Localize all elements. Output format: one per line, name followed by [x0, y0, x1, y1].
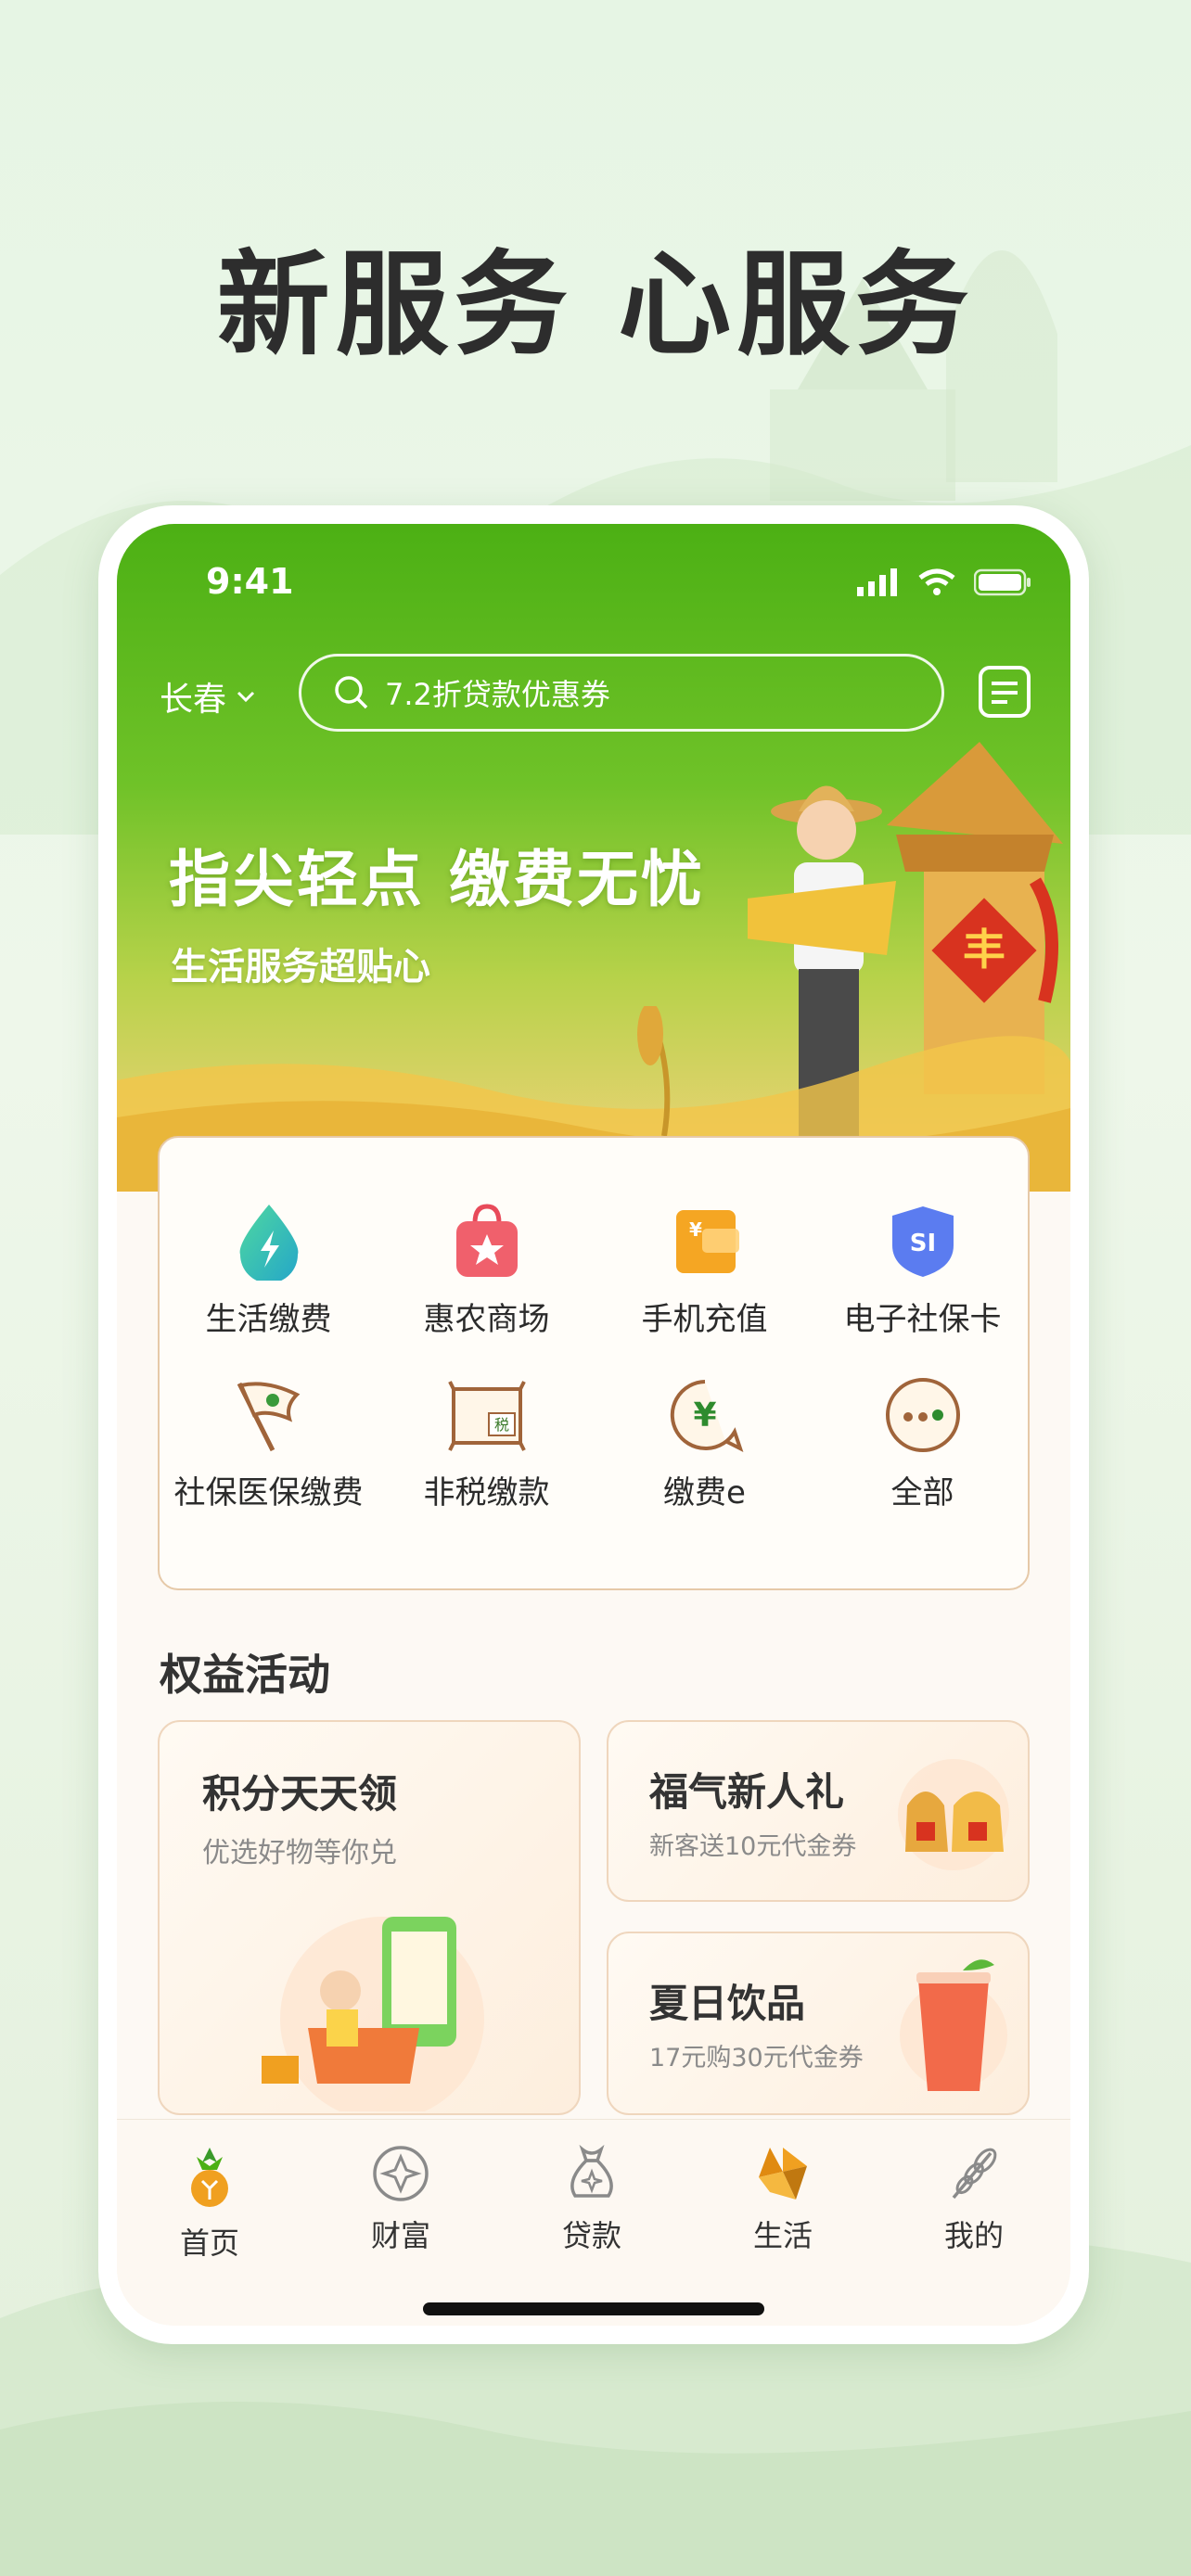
card-subtitle: 新客送10元代金券	[649, 1832, 857, 1861]
card-subtitle: 优选好物等你兑	[202, 1837, 397, 1869]
gift-bags-illustration	[898, 1759, 1009, 1870]
yen-bubble-icon: ¥	[670, 1380, 743, 1452]
service-label: 缴费e	[663, 1474, 746, 1511]
newcomer-gift-card[interactable]: 福气新人礼 新客送10元代金券	[607, 1720, 1030, 1902]
phone-card-icon: ¥	[675, 1210, 739, 1273]
tab-label: 财富	[370, 2218, 430, 2253]
tab-loan[interactable]: 贷款	[527, 2144, 657, 2255]
service-insurance-payment[interactable]: 社保医保缴费	[160, 1376, 378, 1512]
service-label: 电子社保卡	[843, 1301, 1002, 1338]
service-phone-topup[interactable]: ¥ 手机充值	[596, 1203, 813, 1339]
service-label: 生活缴费	[205, 1301, 332, 1338]
yen-text: ¥	[689, 1218, 702, 1241]
all-dots-icon	[885, 1378, 960, 1452]
service-label: 全部	[890, 1474, 954, 1511]
signal-icon	[857, 568, 897, 596]
phone-frame: 9:41 长春 7.2折贷款优惠券 指尖轻点 缴费无忧 生活服务超贴心 丰 生活…	[98, 505, 1089, 2344]
service-pay-e[interactable]: ¥ 缴费e	[596, 1376, 813, 1512]
search-icon	[335, 676, 368, 709]
card-subtitle: 17元购30元代金券	[649, 2044, 864, 2072]
top-bar: 长春 7.2折贷款优惠券	[117, 654, 1070, 737]
tab-label: 贷款	[561, 2218, 621, 2253]
search-input[interactable]: 7.2折贷款优惠券	[299, 654, 944, 732]
status-bar: 9:41	[117, 561, 1070, 617]
banner-title: 指尖轻点 缴费无忧	[169, 844, 705, 915]
banner-badge-char: 丰	[963, 925, 1005, 975]
home-indicator	[423, 2302, 764, 2315]
city-selector[interactable]: 长春	[160, 672, 256, 721]
service-life-payment[interactable]: 生活缴费	[160, 1203, 378, 1339]
drink-cup-illustration	[900, 1959, 1007, 2091]
tax-text: 税	[493, 1416, 508, 1434]
page-headline: 新服务 心服务	[216, 239, 975, 371]
loan-bag-icon	[570, 2144, 613, 2198]
service-label: 惠农商场	[423, 1301, 550, 1338]
si-text: SI	[909, 1230, 935, 1257]
life-diamond-icon	[759, 2148, 807, 2200]
rights-section-title: 权益活动	[160, 1650, 330, 1700]
card-title: 福气新人礼	[649, 1769, 845, 1815]
hero-banner[interactable]: 9:41 长春 7.2折贷款优惠券 指尖轻点 缴费无忧 生活服务超贴心 丰	[117, 524, 1070, 1192]
service-label: 社保医保缴费	[173, 1474, 364, 1511]
service-social-card[interactable]: SI 电子社保卡	[813, 1203, 1031, 1339]
card-title: 积分天天领	[202, 1771, 398, 1817]
service-label: 手机充值	[641, 1301, 768, 1338]
tab-label: 我的	[943, 2218, 1004, 2253]
tab-label: 生活	[752, 2218, 813, 2253]
points-card[interactable]: 积分天天领 优选好物等你兑	[158, 1720, 581, 2115]
service-label: 非税缴款	[423, 1474, 550, 1511]
si-shield-icon: SI	[891, 1206, 954, 1277]
status-time: 9:41	[206, 561, 294, 602]
tab-home[interactable]: 首页	[145, 2144, 275, 2263]
water-drop-bolt-icon	[239, 1205, 298, 1281]
wealth-diamond-icon	[373, 2146, 429, 2201]
service-nontax-payment[interactable]: 税 非税缴款	[378, 1376, 596, 1512]
tab-wealth[interactable]: 财富	[336, 2144, 466, 2255]
tax-frame-icon: 税	[447, 1381, 526, 1451]
card-title: 夏日饮品	[649, 1981, 806, 2026]
tab-bar: 首页 财富 贷款 生活 我的	[117, 2119, 1070, 2326]
shopping-girl-illustration	[262, 1917, 484, 2111]
services-panel: 生活缴费 惠农商场 ¥ 手机充值 SI 电子社保卡 社保医保缴费 税 非税缴款 …	[158, 1136, 1030, 1590]
flag-icon	[237, 1382, 300, 1452]
service-mall[interactable]: 惠农商场	[378, 1203, 596, 1339]
message-icon[interactable]	[978, 665, 1031, 719]
search-placeholder: 7.2折贷款优惠券	[385, 677, 610, 712]
summer-drink-card[interactable]: 夏日饮品 17元购30元代金券	[607, 1932, 1030, 2115]
home-pineapple-icon	[191, 2148, 228, 2207]
yen-symbol: ¥	[693, 1396, 716, 1435]
battery-icon	[974, 568, 1031, 596]
tab-life[interactable]: 生活	[718, 2144, 848, 2255]
shopping-bag-star-icon	[455, 1204, 518, 1277]
tab-profile[interactable]: 我的	[909, 2144, 1039, 2255]
app-screen: 9:41 长春 7.2折贷款优惠券 指尖轻点 缴费无忧 生活服务超贴心 丰 生活…	[117, 524, 1070, 2326]
profile-wheat-icon	[952, 2148, 997, 2200]
tab-label: 首页	[179, 2225, 239, 2261]
service-all[interactable]: 全部	[813, 1376, 1031, 1512]
city-label: 长春	[160, 681, 227, 719]
wifi-icon	[918, 568, 955, 595]
chevron-down-icon	[237, 691, 255, 703]
banner-subtitle: 生活服务超贴心	[171, 946, 430, 988]
